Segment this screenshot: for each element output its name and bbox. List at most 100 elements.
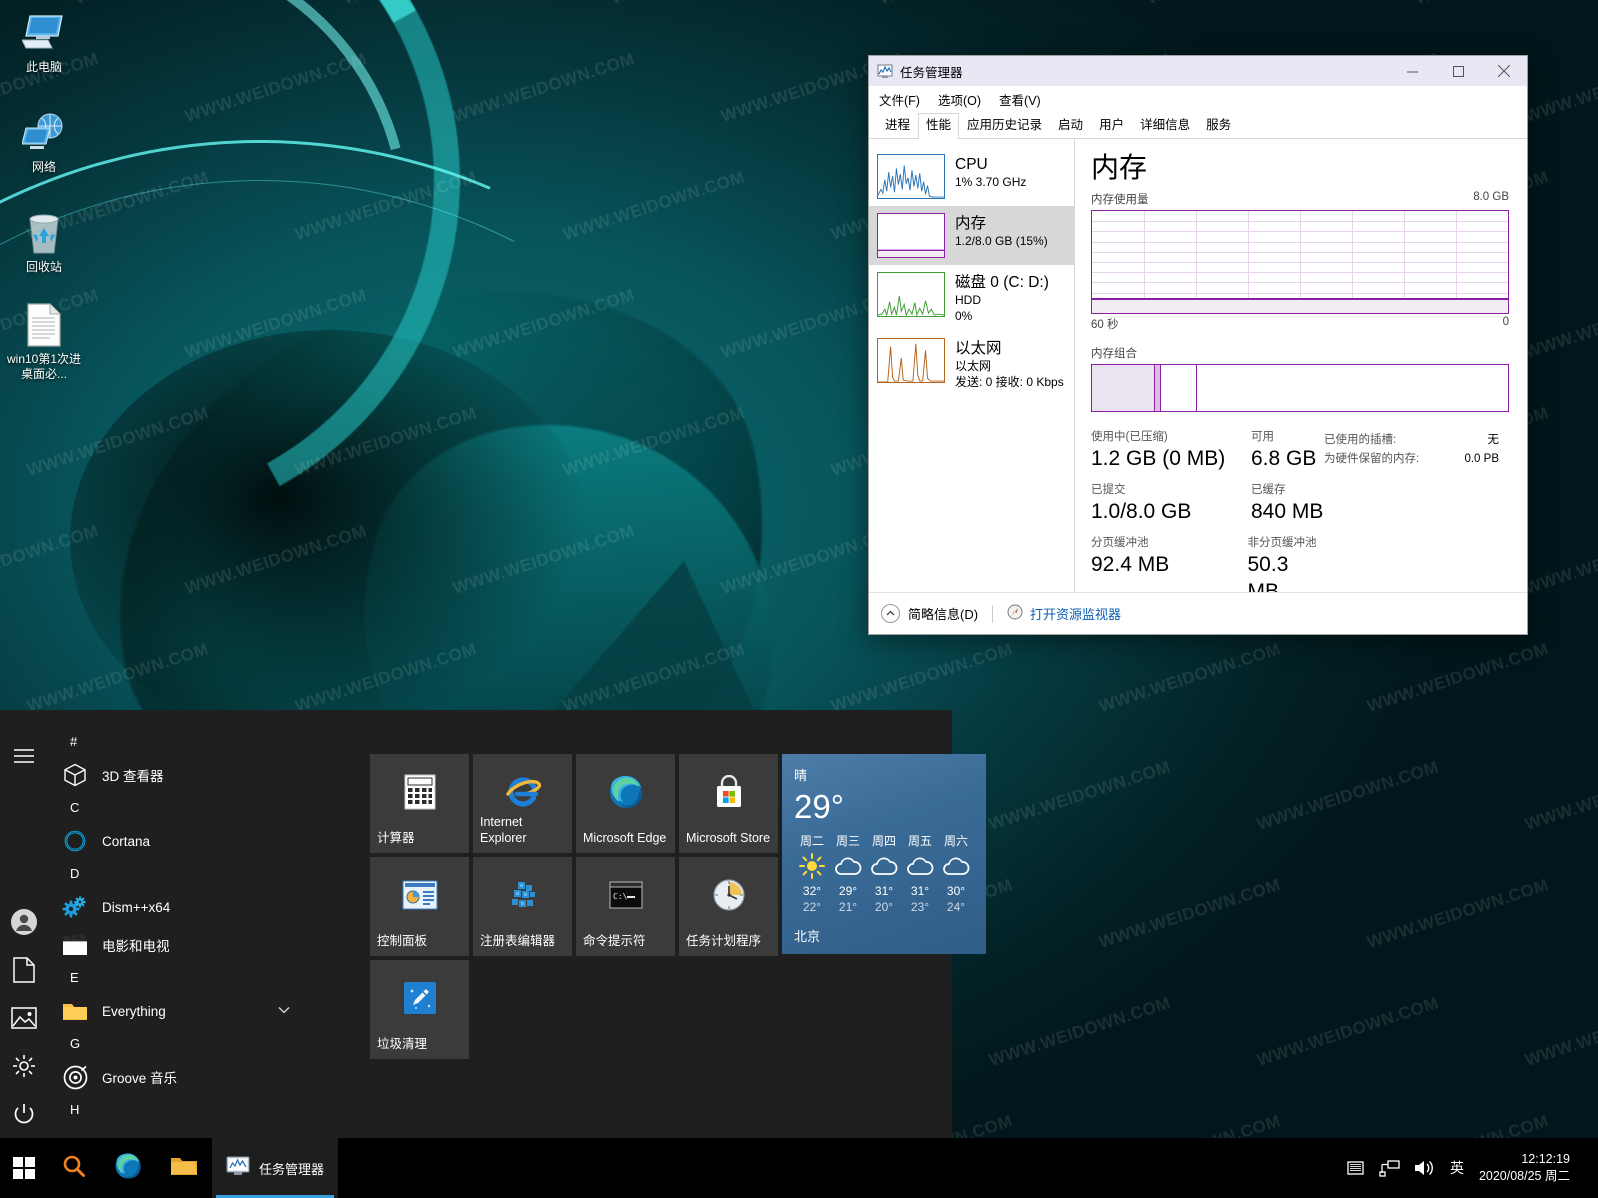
graph-fill-area [1092,297,1508,313]
fewer-details-label: 简略信息(D) [908,607,979,622]
fewer-details-button[interactable]: 简略信息(D) [881,604,978,623]
forecast-day: 周三 29° 21° [830,832,866,915]
watermark-text: WWW.WEIDOWN.COM [1522,49,1598,126]
axis-left-label: 60 秒 [1091,319,1119,331]
resource-sub: 1% 3.70 GHz [955,175,1027,189]
stat-row: 已提交 1.0/8.0 GB 已缓存 840 MB [1091,483,1324,525]
open-resource-monitor-link[interactable]: 打开资源监视器 [1007,604,1121,623]
app-list-letter-g[interactable]: G [48,1030,310,1058]
battery-icon[interactable] [1339,1138,1373,1198]
groove-music-icon [62,1064,88,1090]
watermark-text: WWW.WEIDOWN.COM [1364,639,1551,716]
network-icon[interactable] [1373,1138,1407,1198]
control-panel-icon [370,875,469,915]
stat-committed: 已提交 1.0/8.0 GB [1091,483,1251,525]
internet-explorer-icon [473,772,572,812]
menu-view[interactable]: 查看(V) [999,90,1041,109]
desktop-icon-text-file[interactable]: win10第1次进桌面必... [2,300,86,382]
start-menu-rail [0,710,48,1138]
show-desktop-button[interactable] [1582,1138,1590,1198]
performance-body: CPU 1% 3.70 GHz 内存 1.2/8.0 GB (15%) 磁盘 0… [869,139,1527,603]
resource-sub: 1.2/8.0 GB (15%) [955,234,1048,248]
app-groove-music[interactable]: Groove 音乐 [48,1058,310,1096]
resource-item-disk[interactable]: 磁盘 0 (C: D:) HDD 0% [869,265,1074,331]
tile-control-panel[interactable]: 控制面板 [370,857,469,956]
taskbar-search-button[interactable] [48,1138,100,1198]
hamburger-icon[interactable] [0,732,48,780]
task-manager-window[interactable]: 任务管理器 文件(F) 选项(O) 查看(V) 进程 性能 应用历史记录 启动 … [868,55,1528,635]
computer-icon [2,8,86,58]
resource-name: 内存 [955,215,987,232]
tile-regedit[interactable]: 注册表编辑器 [473,857,572,956]
volume-icon[interactable] [1407,1138,1441,1198]
chevron-down-icon[interactable] [278,1005,290,1017]
watermark-text: WWW.WEIDOWN.COM [1364,875,1551,952]
resource-item-memory[interactable]: 内存 1.2/8.0 GB (15%) [869,206,1074,265]
resource-item-ethernet[interactable]: 以太网 以太网 发送: 0 接收: 0 Kbps [869,331,1074,397]
tile-cleanup[interactable]: 垃圾清理 [370,960,469,1059]
tile-internet-explorer[interactable]: Internet Explorer [473,754,572,853]
tile-microsoft-edge[interactable]: Microsoft Edge [576,754,675,853]
tab-users[interactable]: 用户 [1091,113,1132,138]
tile-calculator[interactable]: 计算器 [370,754,469,853]
stat-hardware-reserved: 为硬件保留的内存: 0.0 PB [1324,450,1509,466]
stat-value: 840 MB [1251,500,1324,523]
desktop-icon-network[interactable]: 网络 [2,108,86,175]
menu-options[interactable]: 选项(O) [938,90,981,109]
graph-header: 内存使用量 8.0 GB [1091,191,1509,207]
taskbar-edge-button[interactable] [100,1138,156,1198]
app-list-letter-hash[interactable]: # [48,728,310,756]
minimize-button[interactable] [1389,56,1435,86]
close-button[interactable] [1481,56,1527,86]
tile-task-scheduler[interactable]: 任务计划程序 [679,857,778,956]
tab-details[interactable]: 详细信息 [1132,113,1198,138]
user-avatar-icon[interactable] [0,898,48,946]
documents-icon[interactable] [0,946,48,994]
cortana-icon [62,828,88,854]
clock[interactable]: 12:12:19 2020/08/25 周二 [1473,1138,1582,1198]
app-list-letter-e[interactable]: E [48,964,310,992]
app-cortana[interactable]: Cortana [48,822,310,860]
stat-available: 可用 6.8 GB [1251,430,1316,472]
settings-gear-icon[interactable] [0,1042,48,1090]
stat-value: 6.8 GB [1251,447,1317,470]
resource-item-cpu[interactable]: CPU 1% 3.70 GHz [869,147,1074,206]
tab-app-history[interactable]: 应用历史记录 [959,113,1050,138]
app-list[interactable]: # 3D 查看器 C Cortana D Dism++x64 电影和电视 E E… [48,710,310,1138]
svg-text:C:\: C:\ [613,892,628,901]
app-list-letter-d[interactable]: D [48,860,310,888]
app-list-letter-c[interactable]: C [48,794,310,822]
titlebar[interactable]: 任务管理器 [869,56,1527,86]
app-dism-plus[interactable]: Dism++x64 [48,888,310,926]
start-button[interactable] [0,1138,48,1198]
forecast-high: 31° [910,884,930,898]
app-list-letter-h[interactable]: H [48,1096,310,1124]
app-everything[interactable]: Everything [48,992,310,1030]
desktop-icon-this-pc[interactable]: 此电脑 [2,8,86,75]
desktop-icon-recycle-bin[interactable]: 回收站 [2,208,86,275]
taskbar-file-explorer-button[interactable] [156,1138,212,1198]
app-movies-tv[interactable]: 电影和电视 [48,926,310,964]
tab-services[interactable]: 服务 [1198,113,1239,138]
forecast-day: 周五 31° 23° [902,832,938,915]
pictures-icon[interactable] [0,994,48,1042]
maximize-button[interactable] [1435,56,1481,86]
tab-processes[interactable]: 进程 [877,113,918,138]
tab-startup[interactable]: 启动 [1050,113,1091,138]
taskbar-task-manager-button[interactable]: 任务管理器 [212,1138,339,1198]
menu-file[interactable]: 文件(F) [879,90,920,109]
tab-performance[interactable]: 性能 [918,113,960,139]
weather-condition: 晴 [794,768,808,783]
power-icon[interactable] [0,1090,48,1138]
tile-microsoft-store[interactable]: Microsoft Store [679,754,778,853]
desktop-icon-label: 网络 [31,160,56,174]
tile-weather[interactable]: 晴 29° 周二 32° 22° 周三 29° 21° 周四 31° 20° 周… [782,754,986,954]
ime-indicator[interactable]: 英 [1441,1138,1473,1198]
app-3d-viewer[interactable]: 3D 查看器 [48,756,310,794]
start-menu[interactable]: # 3D 查看器 C Cortana D Dism++x64 电影和电视 E E… [0,710,986,1138]
tile-command-prompt[interactable]: C:\ 命令提示符 [576,857,675,956]
resource-sub: HDD [955,293,981,307]
stat-value: 92.4 MB [1091,553,1170,576]
cube-icon [62,762,88,788]
tile-label: 计算器 [377,831,415,845]
